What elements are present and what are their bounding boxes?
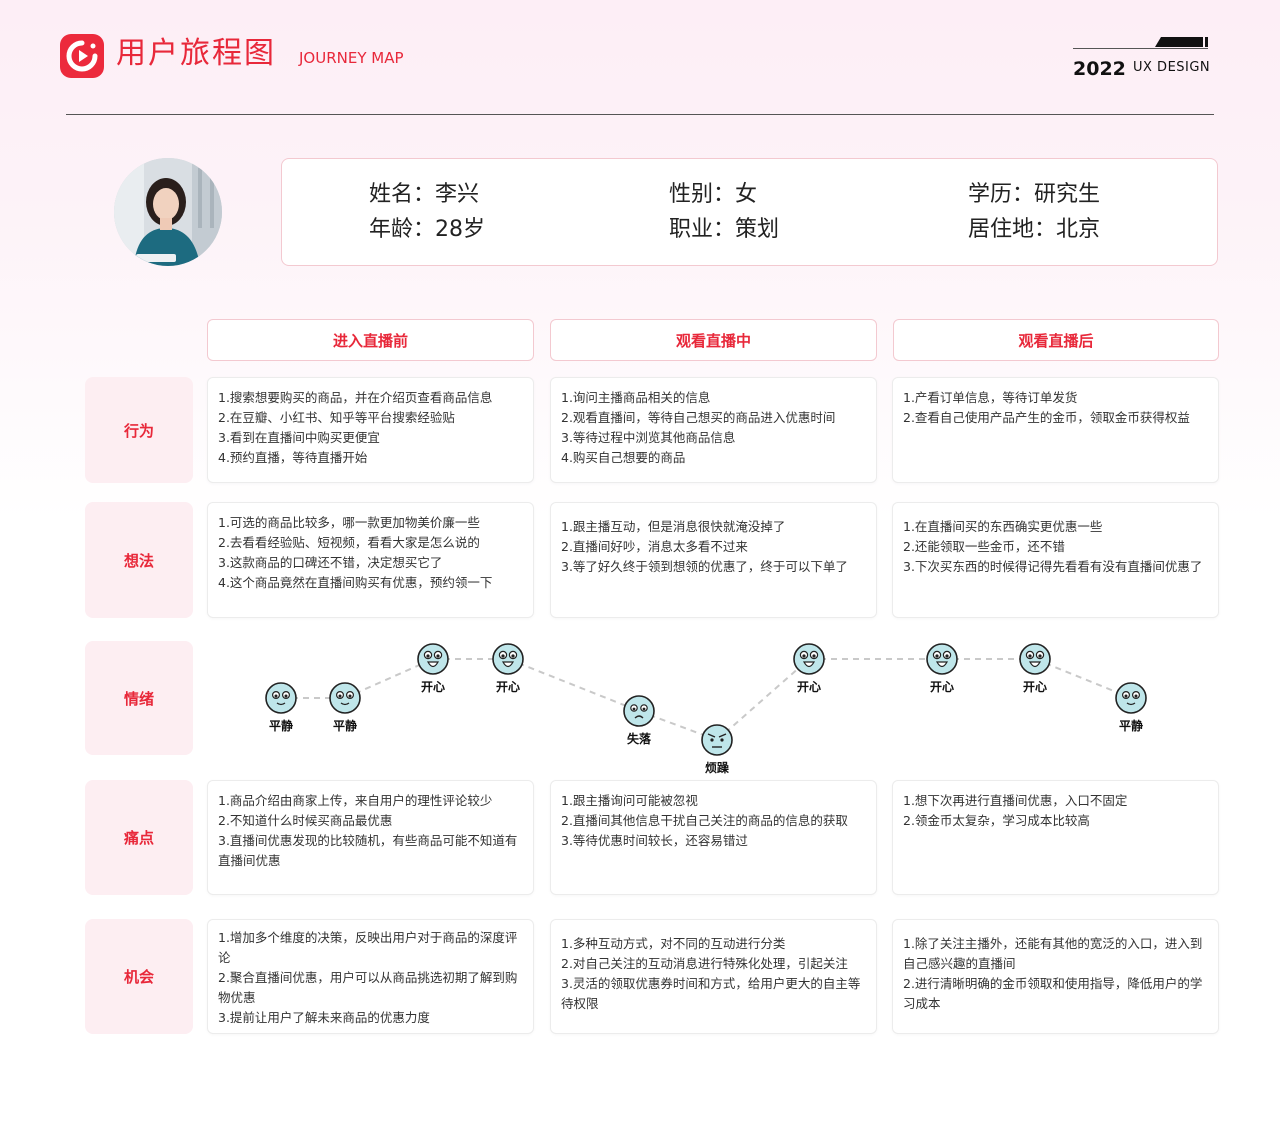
card-line: 1.增加多个维度的决策，反映出用户对于商品的深度评论 [218, 930, 518, 965]
pain-card-after: 1.想下次再进行直播间优惠，入口不固定 2.领金币太复杂，学习成本比较高 [892, 780, 1219, 895]
emotion-label: 开心 [495, 680, 521, 694]
emotion-face-sad-icon [623, 695, 655, 727]
emotion-face-happy-icon [1019, 643, 1051, 675]
emotion-face-happy-icon [492, 643, 524, 675]
emotion-face-happy-icon [793, 643, 825, 675]
pain-card-during: 1.跟主播询问可能被忽视 2.直播间其他信息干扰自己关注的商品的信息的获取 3.… [550, 780, 877, 895]
emotion-label: 开心 [1022, 680, 1048, 694]
emotion-face-happy-icon [417, 643, 449, 675]
emotion-connector [716, 658, 810, 741]
card-line: 2.不知道什么时候买商品最优惠 [218, 813, 393, 828]
card-line: 3.提前让用户了解未来商品的优惠力度 [218, 1010, 430, 1025]
pain-card-before: 1.商品介绍由商家上传，来自用户的理性评论较少 2.不知道什么时候买商品最优惠 … [207, 780, 534, 895]
emotion-label: 失落 [626, 732, 652, 746]
card-line: 3.等待优惠时间较长，还容易错过 [561, 833, 748, 848]
card-line: 2.聚合直播间优惠，用户可以从商品挑选初期了解到购物优惠 [218, 970, 518, 1005]
card-line: 2.直播间其他信息干扰自己关注的商品的信息的获取 [561, 813, 848, 828]
emotion-label: 开心 [929, 680, 955, 694]
card-line: 1.除了关注主播外，还能有其他的宽泛的入口，进入到自己感兴趣的直播间 [903, 936, 1203, 971]
emotion-label: 平静 [1118, 719, 1144, 733]
card-line: 1.多种互动方式，对不同的互动进行分类 [561, 936, 786, 951]
card-line: 1.想下次再进行直播间优惠，入口不固定 [903, 793, 1128, 808]
card-line: 3.直播间优惠发现的比较随机，有些商品可能不知道有直播间优惠 [218, 833, 518, 868]
emotion-face-happy-icon [926, 643, 958, 675]
emotion-label: 开心 [420, 680, 446, 694]
emotion-label: 平静 [332, 719, 358, 733]
emotion-label: 开心 [796, 680, 822, 694]
emotion-label: 烦躁 [704, 761, 730, 775]
opportunity-card-after: 1.除了关注主播外，还能有其他的宽泛的入口，进入到自己感兴趣的直播间 2.进行清… [892, 919, 1219, 1034]
emotion-label: 平静 [268, 719, 294, 733]
row-label-opportunity: 机会 [85, 919, 193, 1034]
card-line: 2.对自己关注的互动消息进行特殊化处理，引起关注 [561, 956, 848, 971]
opportunity-card-during: 1.多种互动方式，对不同的互动进行分类 2.对自己关注的互动消息进行特殊化处理，… [550, 919, 877, 1034]
opportunity-card-before: 1.增加多个维度的决策，反映出用户对于商品的深度评论 2.聚合直播间优惠，用户可… [207, 919, 534, 1034]
emotion-face-calm-icon [265, 682, 297, 714]
card-line: 1.跟主播询问可能被忽视 [561, 793, 698, 808]
emotion-face-annoyed-icon [701, 724, 733, 756]
emotion-face-calm-icon [1115, 682, 1147, 714]
emotion-connector [507, 658, 640, 712]
emotion-face-calm-icon [329, 682, 361, 714]
row-label-pain: 痛点 [85, 780, 193, 895]
card-line: 1.商品介绍由商家上传，来自用户的理性评论较少 [218, 793, 493, 808]
card-line: 2.进行清晰明确的金币领取和使用指导，降低用户的学习成本 [903, 976, 1203, 1011]
card-line: 3.灵活的领取优惠券时间和方式，给用户更大的自主等待权限 [561, 976, 861, 1011]
card-line: 2.领金币太复杂，学习成本比较高 [903, 813, 1090, 828]
